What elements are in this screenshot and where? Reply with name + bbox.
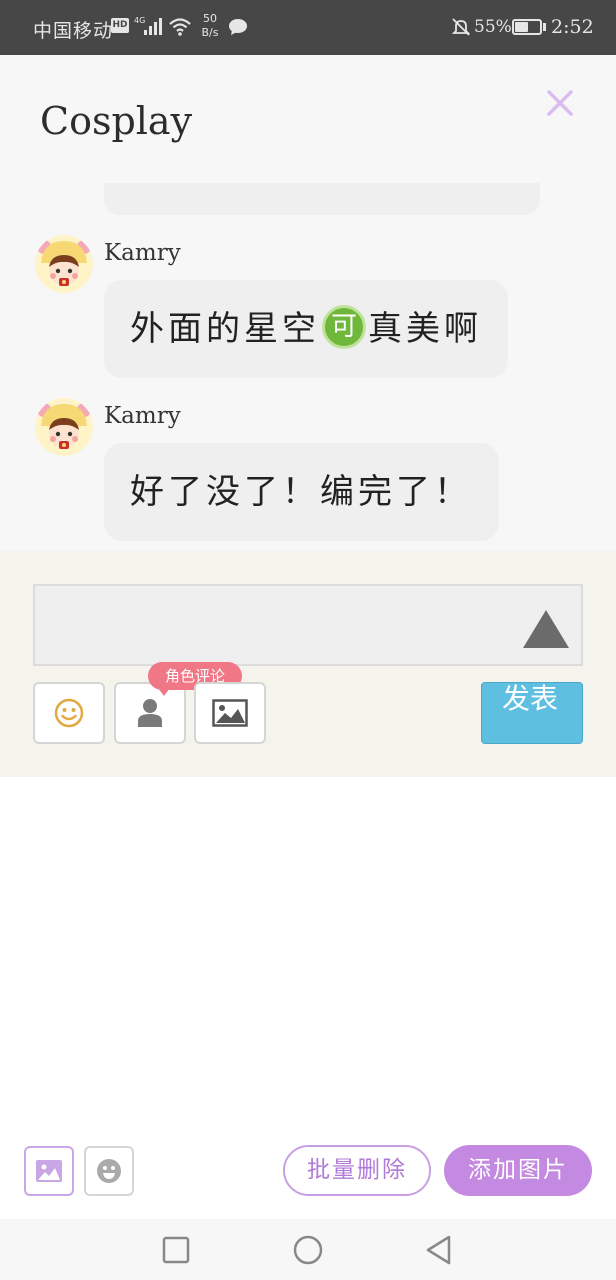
speed-unit: B/s	[201, 26, 219, 39]
close-icon[interactable]	[542, 85, 578, 121]
battery-icon	[512, 19, 542, 35]
message-text: 好了没了！编完了！	[130, 472, 472, 512]
chat-panel[interactable]: Cosplay Kamry 外面的星空可真美啊 Kamry 好了没了！编完了！	[0, 55, 616, 551]
collapse-triangle-icon[interactable]	[521, 608, 571, 650]
gallery-button[interactable]	[24, 1146, 74, 1196]
sticker-button[interactable]	[84, 1146, 134, 1196]
add-image-button[interactable]: 添加图片	[444, 1145, 592, 1196]
image-icon	[36, 1160, 62, 1182]
avatar[interactable]	[35, 235, 93, 293]
batch-delete-button[interactable]: 批量删除	[283, 1145, 431, 1196]
role-comment-button[interactable]	[114, 682, 186, 744]
bell-muted-icon	[451, 18, 471, 36]
smiley-icon	[54, 698, 84, 728]
wifi-icon	[169, 18, 191, 36]
home-icon[interactable]	[292, 1234, 324, 1266]
publish-button[interactable]: 发表	[481, 682, 583, 744]
message-text-continued: 真美啊	[368, 309, 482, 349]
message-author: Kamry	[104, 240, 181, 266]
svg-text:4G: 4G	[134, 16, 145, 25]
message-bubble[interactable]: 外面的星空可真美啊	[104, 280, 508, 378]
avatar-image	[35, 398, 93, 456]
comment-input[interactable]	[33, 584, 583, 666]
back-icon[interactable]	[423, 1234, 455, 1266]
person-icon	[138, 699, 162, 727]
battery-percent: 55%	[474, 17, 512, 37]
compose-area: 角色评论 发表	[0, 551, 616, 777]
image-icon	[212, 699, 248, 727]
message-icon	[229, 19, 247, 35]
hd-badge: HD	[111, 18, 129, 33]
message-bubble[interactable]: 好了没了！编完了！	[104, 443, 499, 541]
battery-fill	[515, 22, 528, 32]
page-title: Cosplay	[40, 99, 193, 143]
speed-value: 50	[203, 12, 217, 25]
ke-emoji-icon: 可	[322, 304, 366, 349]
system-nav-bar	[0, 1219, 616, 1280]
network-speed: 50 B/s	[198, 12, 222, 40]
recent-apps-icon[interactable]	[160, 1234, 192, 1266]
message-author: Kamry	[104, 403, 181, 429]
previous-message-bubble	[104, 183, 540, 215]
emoji-button[interactable]	[33, 682, 105, 744]
clock: 2:52	[551, 16, 594, 38]
insert-image-button[interactable]	[194, 682, 266, 744]
avatar-image	[35, 235, 93, 293]
status-bar: 中国移动 HD 4G 50 B/s 55% 2:52	[0, 0, 616, 55]
message-text: 外面的星空	[130, 309, 320, 349]
sticker-face-icon	[97, 1159, 121, 1183]
carrier-label: 中国移动	[33, 20, 114, 42]
battery-cap	[543, 23, 546, 31]
avatar[interactable]	[35, 398, 93, 456]
signal-icon: 4G	[134, 16, 162, 35]
